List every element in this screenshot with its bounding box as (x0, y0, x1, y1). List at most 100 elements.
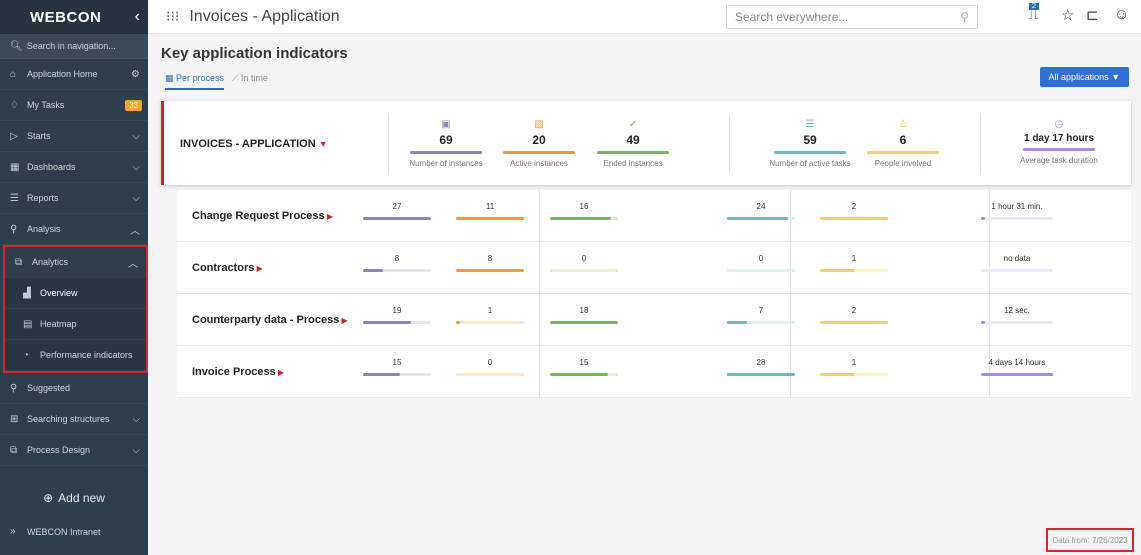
sidebar-item-starts[interactable]: ▷ Starts ⌵ (0, 121, 148, 152)
process-metric-cell: 16 (544, 202, 624, 220)
sidebar-item-analytics[interactable]: ⧉ Analytics ︿ (5, 247, 146, 278)
tab-in-time[interactable]: ⟋ In time (232, 73, 268, 90)
sidebar-item-intranet[interactable]: » WEBCON Intranet (0, 516, 148, 547)
sidebar-item-suggested[interactable]: ⚲ Suggested (0, 373, 148, 404)
sidebar: WEBCON ‹ 🔍︎ Search in navigation... ⌂ Ap… (0, 0, 148, 555)
analytics-group-highlight: ⧉ Analytics ︿ ▟ Overview ▤ Heatmap ◔ Per… (3, 245, 148, 373)
process-metric-value: 1 (851, 254, 857, 263)
sidebar-item-heatmap[interactable]: ▤ Heatmap (5, 309, 146, 340)
process-metric-fill (820, 373, 854, 376)
view-tabs: ▦ Per process ⟋ In time (165, 73, 276, 90)
process-metric-bar (727, 217, 795, 220)
chevron-down-icon[interactable]: ⌵ (132, 193, 140, 204)
all-applications-dropdown[interactable]: All applications ▼ (1039, 67, 1129, 87)
sidebar-item-application-home[interactable]: ⌂ Application Home ⚙ (0, 59, 148, 90)
tab-label: Per process (176, 73, 225, 83)
global-search-input[interactable]: Search everywhere... ⚲ (726, 5, 978, 29)
process-metric-bar (820, 321, 888, 324)
chevron-down-icon[interactable]: ⌵ (132, 445, 140, 456)
sidebar-item-overview[interactable]: ▟ Overview (5, 278, 146, 309)
sidebar-item-dashboards[interactable]: ▦ Dashboards ⌵ (0, 152, 148, 183)
process-metric-value: 8 (394, 254, 400, 263)
process-metric-bar (550, 269, 618, 272)
chevron-down-icon[interactable]: ⌵ (132, 162, 140, 173)
instances-icon: ▣ (441, 119, 451, 130)
tree-icon: ⊞ (10, 413, 19, 425)
process-metric-bar (456, 217, 524, 220)
app-grid-icon[interactable]: ⁝⁝⁝ (166, 8, 179, 25)
sidebar-item-reports[interactable]: ☰ Reports ⌵ (0, 183, 148, 214)
user-avatar-icon[interactable]: ☺ (1114, 6, 1129, 23)
chevron-up-icon[interactable]: ︿ (130, 222, 140, 237)
people-icon: ⚲ (10, 223, 18, 235)
process-metric-cell: 11 (450, 202, 530, 220)
process-metric-value: 15 (392, 358, 402, 367)
process-metric-value: 8 (487, 254, 493, 263)
process-metric-value: 12 sec. (1004, 306, 1030, 315)
process-metric-cell: 8 (450, 254, 530, 272)
process-metric-cell: 2 (814, 306, 894, 324)
person-icon: ♙ (898, 119, 908, 130)
application-name[interactable]: INVOICES - APPLICATION ▼ (180, 138, 328, 150)
star-icon[interactable]: ☆ (1061, 6, 1074, 24)
process-metric-value: 16 (579, 202, 589, 211)
document-icon: ▨ (534, 119, 544, 130)
sidebar-item-label: Overview (40, 288, 78, 298)
process-metric-cell: 4 days 14 hours (967, 358, 1067, 376)
process-metric-cell: 18 (544, 306, 624, 324)
metric-label: Average task duration (1020, 156, 1098, 165)
plus-circle-icon: ⊕ (43, 491, 54, 505)
process-metric-cell: 0 (544, 254, 624, 272)
process-metric-cell: 27 (357, 202, 437, 220)
process-metric-fill (550, 217, 612, 220)
process-metric-fill (727, 217, 789, 220)
sidebar-item-label: Dashboards (27, 162, 76, 172)
tab-per-process[interactable]: ▦ Per process (165, 73, 225, 90)
navigation-search[interactable]: 🔍︎ Search in navigation... (0, 34, 148, 59)
process-name[interactable]: Contractors ▶ (192, 262, 263, 274)
sidebar-item-process-design[interactable]: ⧉ Process Design ⌵ (0, 435, 148, 466)
sidebar-item-label: Suggested (27, 383, 71, 393)
divider (539, 190, 540, 242)
process-name[interactable]: Change Request Process ▶ (192, 210, 333, 222)
process-name[interactable]: Invoice Process ▶ (192, 366, 284, 378)
chevron-down-icon[interactable]: ⌵ (132, 131, 140, 142)
sidebar-item-analysis[interactable]: ⚲ Analysis ︿ (0, 214, 148, 245)
chevron-up-icon[interactable]: ︿ (128, 255, 138, 270)
check-circle-icon: ✓ (628, 119, 638, 130)
gear-icon[interactable]: ⚙ (131, 69, 140, 80)
design-icon: ⧉ (10, 444, 18, 456)
process-metric-fill (727, 321, 748, 324)
webcon-logo: WEBCON (30, 8, 102, 26)
chevron-down-icon[interactable]: ⌵ (132, 414, 140, 425)
process-metric-value: 0 (581, 254, 587, 263)
sidebar-item-label: Process Design (27, 445, 91, 455)
process-metric-bar (456, 269, 524, 272)
collapse-sidebar-icon[interactable]: ‹ (135, 8, 140, 26)
sidebar-item-label: Reports (27, 193, 59, 203)
sidebar-item-label: WEBCON Intranet (27, 526, 101, 537)
process-metric-cell: 1 hour 31 min. (967, 202, 1067, 220)
process-metric-cell: 7 (721, 306, 801, 324)
process-metric-value: 0 (758, 254, 764, 263)
sidebar-item-performance-indicators[interactable]: ◔ Performance indicators (5, 340, 146, 371)
metric-label: Number of instances (409, 159, 483, 168)
metric-bar (867, 151, 939, 154)
metric-bar (410, 151, 482, 154)
process-name-label: Change Request Process (192, 210, 325, 222)
global-search-placeholder: Search everywhere... (735, 10, 849, 24)
process-metric-cell: 8 (357, 254, 437, 272)
process-metric-fill (456, 217, 524, 220)
app-title: Invoices - Application (189, 7, 340, 25)
caret-right-icon: ▶ (275, 368, 285, 377)
board-icon[interactable]: ⊏ (1086, 6, 1099, 24)
notifications-icon[interactable]: 2 ⎍ (1028, 3, 1039, 23)
process-name[interactable]: Counterparty data - Process ▶ (192, 314, 348, 326)
process-metric-fill (981, 373, 1053, 376)
sidebar-item-searching-structures[interactable]: ⊞ Searching structures ⌵ (0, 404, 148, 435)
process-metric-bar (363, 373, 431, 376)
add-new-button[interactable]: ⊕ Add new (0, 480, 148, 516)
process-metric-bar (820, 373, 888, 376)
double-chevron-right-icon: » (10, 526, 16, 537)
sidebar-item-my-tasks[interactable]: ♢ My Tasks 33 (0, 90, 148, 121)
